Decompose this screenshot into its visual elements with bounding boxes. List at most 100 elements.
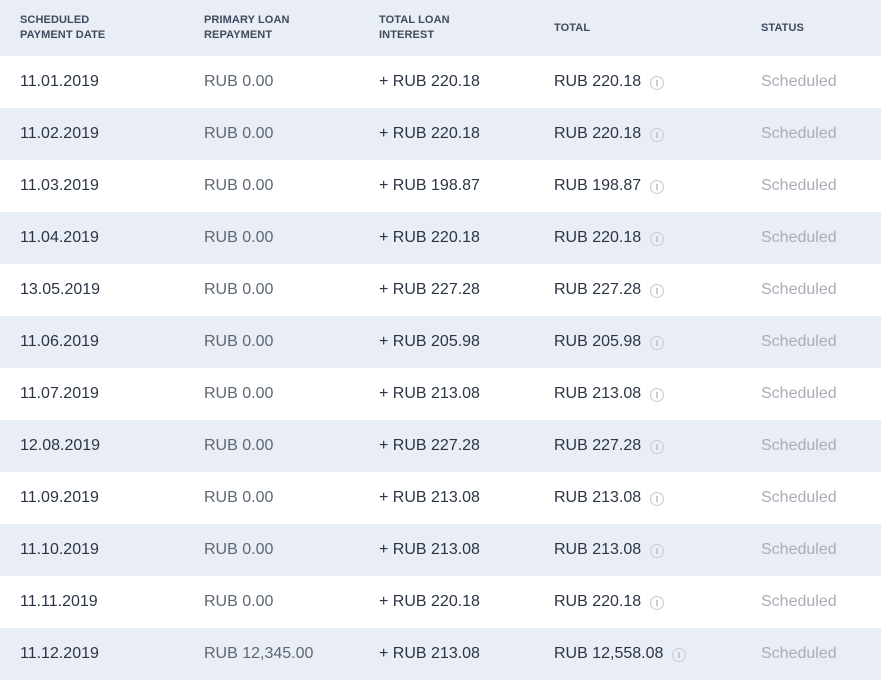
- status-text: Scheduled: [761, 125, 837, 142]
- status-text: Scheduled: [761, 177, 837, 194]
- table-row: 11.02.2019 RUB 0.00 + RUB 220.18 RUB 220…: [0, 108, 881, 160]
- status-text: Scheduled: [761, 645, 837, 662]
- total-amount: RUB 12,558.08: [554, 645, 664, 662]
- total-cell: RUB 198.87: [554, 177, 665, 195]
- primary-repayment: RUB 0.00: [204, 593, 274, 610]
- payment-date: 13.05.2019: [20, 281, 101, 298]
- table-row: 11.10.2019 RUB 0.00 + RUB 213.08 RUB 213…: [0, 524, 881, 576]
- payment-date: 12.08.2019: [20, 437, 101, 454]
- payment-date: 11.09.2019: [20, 489, 99, 506]
- info-icon[interactable]: [650, 284, 665, 298]
- info-icon[interactable]: [650, 128, 665, 142]
- info-icon[interactable]: [650, 544, 665, 558]
- primary-repayment: RUB 0.00: [204, 281, 274, 298]
- loan-interest: + RUB 213.08: [379, 489, 480, 506]
- info-icon[interactable]: [650, 492, 665, 506]
- primary-repayment: RUB 0.00: [204, 125, 274, 142]
- total-amount: RUB 220.18: [554, 229, 642, 246]
- payment-date: 11.02.2019: [20, 125, 99, 142]
- loan-interest: + RUB 213.08: [379, 385, 480, 402]
- header-scheduled-payment-date: SCHEDULED PAYMENT DATE: [20, 14, 106, 41]
- status-text: Scheduled: [761, 229, 837, 246]
- table-row: 13.05.2019 RUB 0.00 + RUB 227.28 RUB 227…: [0, 264, 881, 316]
- status-text: Scheduled: [761, 489, 837, 506]
- payment-date: 11.10.2019: [20, 541, 99, 558]
- loan-interest: + RUB 220.18: [379, 125, 480, 142]
- payment-date: 11.01.2019: [20, 73, 99, 90]
- payment-date: 11.12.2019: [20, 645, 99, 662]
- payment-schedule-table: SCHEDULED PAYMENT DATE PRIMARY LOAN REPA…: [0, 0, 881, 685]
- table-row: 11.01.2019 RUB 0.00 + RUB 220.18 RUB 220…: [0, 56, 881, 108]
- total-amount: RUB 220.18: [554, 593, 642, 610]
- total-cell: RUB 220.18: [554, 73, 665, 91]
- payment-date: 11.04.2019: [20, 229, 99, 246]
- payment-date: 11.06.2019: [20, 333, 99, 350]
- table-row: 12.08.2019 RUB 0.00 + RUB 227.28 RUB 227…: [0, 420, 881, 472]
- payment-date: 11.07.2019: [20, 385, 99, 402]
- info-icon[interactable]: [650, 388, 665, 402]
- info-icon[interactable]: [650, 596, 665, 610]
- primary-repayment: RUB 0.00: [204, 73, 274, 90]
- payment-date: 11.03.2019: [20, 177, 99, 194]
- header-total-loan-interest: TOTAL LOAN INTEREST: [379, 14, 450, 41]
- primary-repayment: RUB 0.00: [204, 333, 274, 350]
- loan-interest: + RUB 220.18: [379, 229, 480, 246]
- loan-interest: + RUB 198.87: [379, 177, 480, 194]
- status-text: Scheduled: [761, 73, 837, 90]
- payment-date: 11.11.2019: [20, 593, 98, 610]
- loan-interest: + RUB 220.18: [379, 73, 480, 90]
- table-row: 11.07.2019 RUB 0.00 + RUB 213.08 RUB 213…: [0, 368, 881, 420]
- info-icon[interactable]: [650, 336, 665, 350]
- header-total: TOTAL: [554, 21, 591, 34]
- status-text: Scheduled: [761, 281, 837, 298]
- info-icon[interactable]: [650, 440, 665, 454]
- primary-repayment: RUB 12,345.00: [204, 645, 314, 662]
- loan-interest: + RUB 213.08: [379, 541, 480, 558]
- total-cell: RUB 220.18: [554, 593, 665, 611]
- primary-repayment: RUB 0.00: [204, 385, 274, 402]
- primary-repayment: RUB 0.00: [204, 229, 274, 246]
- total-cell: RUB 205.98: [554, 333, 665, 351]
- header-primary-loan-repayment: PRIMARY LOAN REPAYMENT: [204, 14, 290, 41]
- total-cell: RUB 12,558.08: [554, 645, 687, 663]
- info-icon[interactable]: [650, 180, 665, 194]
- total-cell: RUB 220.18: [554, 125, 665, 143]
- loan-interest: + RUB 205.98: [379, 333, 480, 350]
- loan-interest: + RUB 227.28: [379, 281, 480, 298]
- total-amount: RUB 213.08: [554, 541, 642, 558]
- table-row: 11.04.2019 RUB 0.00 + RUB 220.18 RUB 220…: [0, 212, 881, 264]
- table-row: 11.11.2019 RUB 0.00 + RUB 220.18 RUB 220…: [0, 576, 881, 628]
- total-cell: RUB 213.08: [554, 385, 665, 403]
- total-amount: RUB 205.98: [554, 333, 642, 350]
- total-amount: RUB 220.18: [554, 125, 642, 142]
- total-cell: RUB 220.18: [554, 229, 665, 247]
- total-cell: RUB 227.28: [554, 281, 665, 299]
- info-icon[interactable]: [672, 648, 687, 662]
- total-cell: RUB 213.08: [554, 489, 665, 507]
- header-status: STATUS: [761, 21, 804, 34]
- primary-repayment: RUB 0.00: [204, 489, 274, 506]
- table-row: 11.06.2019 RUB 0.00 + RUB 205.98 RUB 205…: [0, 316, 881, 368]
- total-cell: RUB 227.28: [554, 437, 665, 455]
- loan-interest: + RUB 213.08: [379, 645, 480, 662]
- status-text: Scheduled: [761, 333, 837, 350]
- loan-interest: + RUB 220.18: [379, 593, 480, 610]
- table-row: 11.12.2019 RUB 12,345.00 + RUB 213.08 RU…: [0, 628, 881, 680]
- primary-repayment: RUB 0.00: [204, 437, 274, 454]
- table-row: 11.09.2019 RUB 0.00 + RUB 213.08 RUB 213…: [0, 472, 881, 524]
- status-text: Scheduled: [761, 541, 837, 558]
- total-amount: RUB 227.28: [554, 281, 642, 298]
- info-icon[interactable]: [650, 232, 665, 246]
- info-icon[interactable]: [650, 76, 665, 90]
- total-amount: RUB 227.28: [554, 437, 642, 454]
- table-header: SCHEDULED PAYMENT DATE PRIMARY LOAN REPA…: [0, 0, 881, 56]
- primary-repayment: RUB 0.00: [204, 541, 274, 558]
- total-cell: RUB 213.08: [554, 541, 665, 559]
- total-amount: RUB 220.18: [554, 73, 642, 90]
- total-amount: RUB 198.87: [554, 177, 642, 194]
- loan-interest: + RUB 227.28: [379, 437, 480, 454]
- table-row: 11.03.2019 RUB 0.00 + RUB 198.87 RUB 198…: [0, 160, 881, 212]
- total-amount: RUB 213.08: [554, 385, 642, 402]
- status-text: Scheduled: [761, 437, 837, 454]
- status-text: Scheduled: [761, 385, 837, 402]
